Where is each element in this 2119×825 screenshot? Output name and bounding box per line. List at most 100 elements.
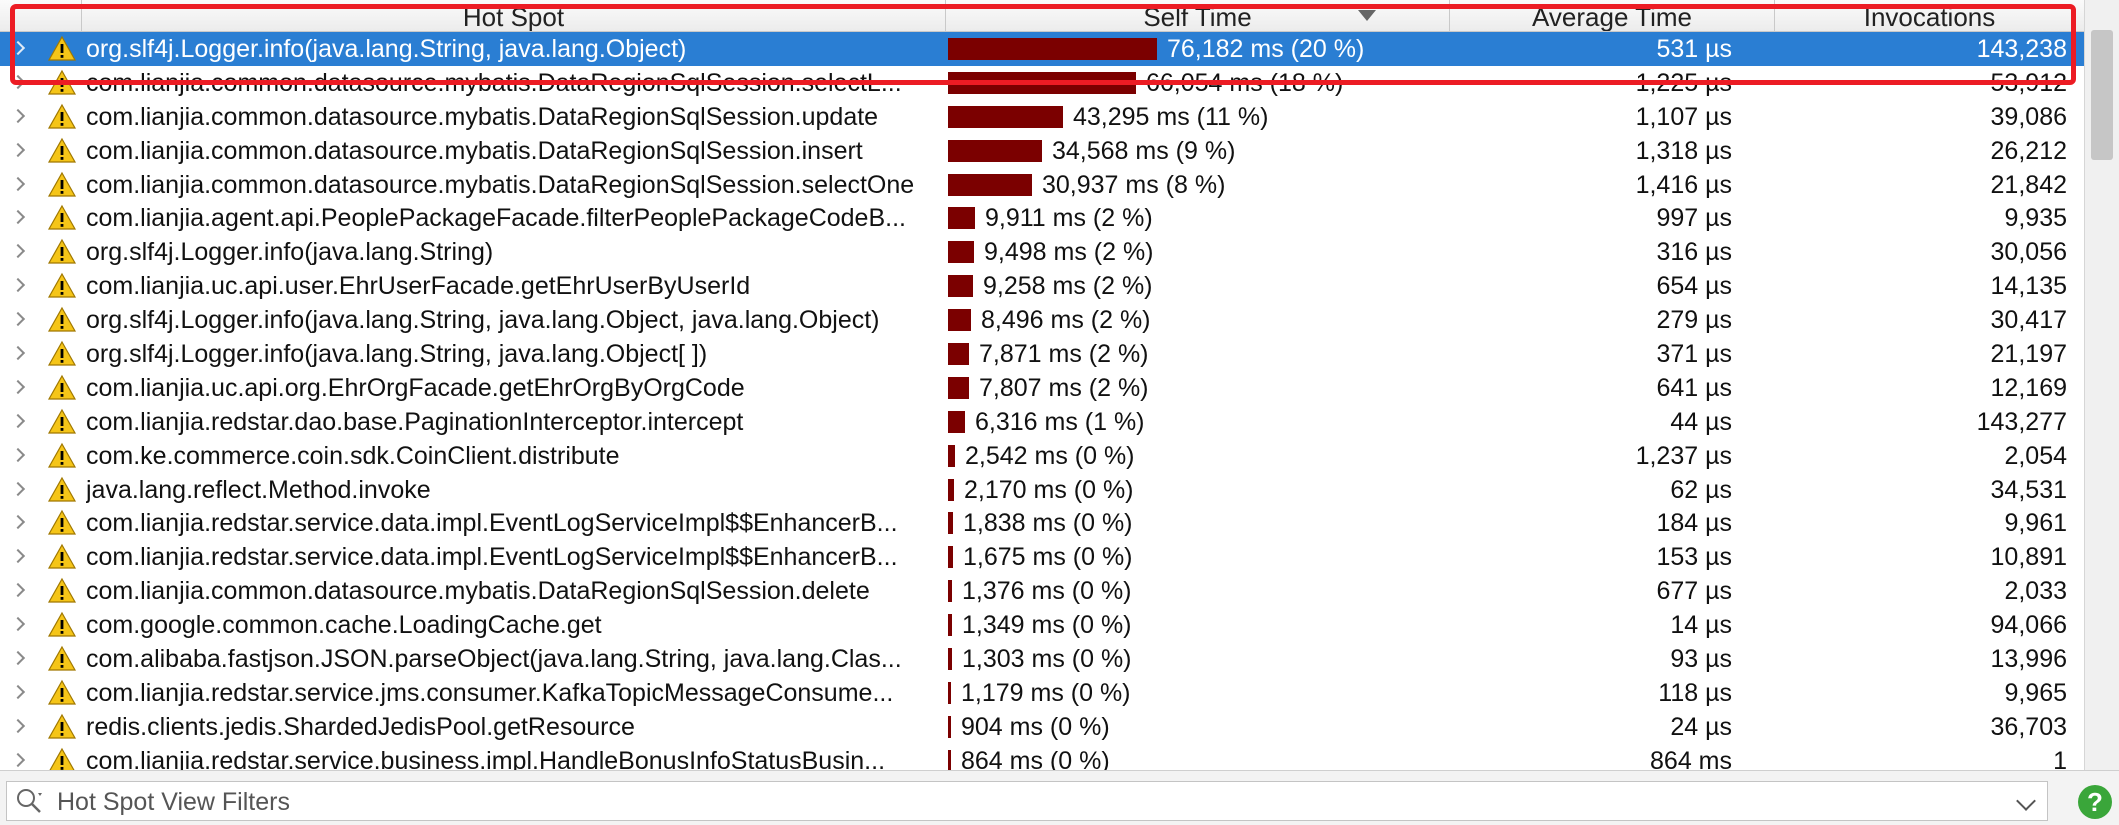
average-time-value: 641 µs	[1656, 373, 1732, 402]
self-time-bar	[948, 309, 971, 332]
expand-chevron-icon[interactable]	[10, 74, 26, 89]
warning-icon	[47, 103, 77, 129]
invocations-value: 26,212	[1990, 136, 2067, 165]
warning-icon	[47, 476, 77, 502]
invocations-value: 30,417	[1990, 306, 2067, 335]
self-time-bar	[948, 444, 955, 467]
table-row[interactable]: com.lianjia.agent.api.PeoplePackageFacad…	[0, 201, 2084, 235]
table-row[interactable]: java.lang.reflect.Method.invoke 2,170 ms …	[0, 473, 2084, 507]
expand-chevron-icon[interactable]	[10, 752, 26, 767]
expand-chevron-icon[interactable]	[10, 40, 26, 56]
table-row[interactable]: com.lianjia.common.datasource.mybatis.Da…	[0, 574, 2084, 608]
average-time-value: 62 µs	[1670, 475, 1732, 504]
expand-chevron-icon[interactable]	[10, 549, 26, 564]
average-time-value: 24 µs	[1670, 712, 1732, 741]
vertical-scrollbar[interactable]	[2084, 0, 2119, 770]
self-time-bar	[948, 376, 969, 399]
expand-chevron-icon[interactable]	[10, 379, 26, 394]
table-row[interactable]: com.google.common.cache.LoadingCache.get…	[0, 608, 2084, 642]
invocations-value: 21,842	[1990, 170, 2067, 199]
invocations-value: 94,066	[1990, 611, 2067, 640]
help-icon[interactable]: ?	[2078, 785, 2112, 819]
table-row[interactable]: com.ke.commerce.coin.sdk.CoinClient.dist…	[0, 439, 2084, 473]
self-time-value: 30,937 ms (8 %)	[1042, 170, 1226, 199]
header-hot-spot[interactable]: Hot Spot	[82, 0, 946, 31]
sort-descending-icon	[1358, 10, 1376, 21]
expand-chevron-icon[interactable]	[10, 413, 26, 428]
hot-spot-filter-input[interactable]: Hot Spot View Filters	[6, 781, 2048, 821]
expand-chevron-icon[interactable]	[10, 718, 26, 733]
expand-chevron-icon[interactable]	[10, 142, 26, 157]
expand-chevron-icon[interactable]	[10, 244, 26, 259]
warning-icon	[47, 69, 77, 95]
table-row[interactable]: com.lianjia.common.datasource.mybatis.Da…	[0, 66, 2084, 100]
expand-chevron-icon[interactable]	[10, 684, 26, 699]
header-self-time[interactable]: Self Time	[946, 0, 1450, 31]
self-time-bar	[948, 546, 953, 569]
warning-icon	[47, 35, 77, 61]
table-row[interactable]: org.slf4j.Logger.info(java.lang.String) 9…	[0, 235, 2084, 269]
method-name: redis.clients.jedis.ShardedJedisPool.get…	[86, 712, 635, 741]
table-row[interactable]: com.lianjia.redstar.service.data.impl.Ev…	[0, 506, 2084, 540]
invocations-value: 143,277	[1976, 407, 2067, 436]
table-row[interactable]: org.slf4j.Logger.info(java.lang.String, …	[0, 303, 2084, 337]
self-time-bar	[948, 681, 951, 704]
method-name: com.lianjia.agent.api.PeoplePackageFacad…	[86, 204, 906, 233]
table-row[interactable]: org.slf4j.Logger.info(java.lang.String, …	[0, 337, 2084, 371]
table-row[interactable]: com.lianjia.common.datasource.mybatis.Da…	[0, 134, 2084, 168]
table-row[interactable]: com.lianjia.redstar.dao.base.PaginationI…	[0, 405, 2084, 439]
average-time-value: 44 µs	[1670, 407, 1732, 436]
warning-icon	[47, 239, 77, 264]
table-row[interactable]: redis.clients.jedis.ShardedJedisPool.get…	[0, 710, 2084, 744]
average-time-value: 316 µs	[1656, 238, 1732, 267]
hot-spot-table-body: org.slf4j.Logger.info(java.lang.String, …	[0, 32, 2084, 778]
expand-chevron-icon[interactable]	[10, 345, 26, 361]
table-row[interactable]: com.lianjia.uc.api.org.EhrOrgFacade.getE…	[0, 371, 2084, 405]
expand-chevron-icon[interactable]	[10, 447, 26, 462]
self-time-value: 2,542 ms (0 %)	[965, 441, 1135, 470]
average-time-value: 1,416 µs	[1635, 170, 1732, 199]
warning-icon	[47, 408, 77, 434]
expand-chevron-icon[interactable]	[10, 108, 26, 123]
scrollbar-thumb[interactable]	[2091, 30, 2113, 160]
table-row[interactable]: com.alibaba.fastjson.JSON.parseObject(ja…	[0, 642, 2084, 676]
table-row[interactable]: com.lianjia.common.datasource.mybatis.Da…	[0, 100, 2084, 134]
header-invocations[interactable]: Invocations	[1775, 0, 2084, 31]
invocations-value: 14,135	[1990, 272, 2067, 301]
expand-chevron-icon[interactable]	[10, 617, 26, 632]
self-time-bar	[948, 275, 973, 298]
header-average-time[interactable]: Average Time	[1450, 0, 1775, 31]
expand-chevron-icon[interactable]	[10, 312, 26, 327]
table-header: Hot Spot Self Time Average Time Invocati…	[0, 0, 2084, 32]
expand-chevron-icon[interactable]	[10, 583, 26, 598]
self-time-bar	[948, 241, 974, 264]
table-row[interactable]: org.slf4j.Logger.info(java.lang.String, …	[0, 32, 2084, 66]
expand-chevron-icon[interactable]	[10, 481, 26, 496]
self-time-bar	[948, 105, 1063, 128]
warning-icon	[47, 611, 77, 637]
method-name: com.ke.commerce.coin.sdk.CoinClient.dist…	[86, 441, 620, 470]
warning-icon	[47, 205, 77, 231]
average-time-value: 677 µs	[1656, 577, 1732, 606]
expand-chevron-icon[interactable]	[10, 278, 26, 293]
expand-chevron-icon[interactable]	[10, 176, 26, 191]
method-name: com.lianjia.common.datasource.mybatis.Da…	[86, 102, 879, 131]
average-time-value: 93 µs	[1670, 645, 1732, 674]
expand-chevron-icon[interactable]	[10, 210, 26, 225]
average-time-value: 654 µs	[1656, 272, 1732, 301]
invocations-value: 12,169	[1990, 373, 2067, 402]
table-row[interactable]: com.lianjia.redstar.service.jms.consumer…	[0, 676, 2084, 710]
self-time-bar	[948, 343, 969, 366]
expand-chevron-icon[interactable]	[10, 650, 26, 666]
method-name: com.lianjia.common.datasource.mybatis.Da…	[86, 136, 863, 165]
self-time-value: 43,295 ms (11 %)	[1073, 102, 1269, 131]
warning-icon	[47, 578, 77, 603]
table-row[interactable]: com.lianjia.common.datasource.mybatis.Da…	[0, 168, 2084, 202]
table-row[interactable]: com.lianjia.uc.api.user.EhrUserFacade.ge…	[0, 269, 2084, 303]
expand-chevron-icon[interactable]	[10, 515, 26, 530]
warning-icon	[47, 679, 77, 705]
search-icon	[17, 789, 42, 813]
table-row[interactable]: com.lianjia.redstar.service.data.impl.Ev…	[0, 540, 2084, 574]
warning-icon	[47, 510, 77, 536]
chevron-down-icon[interactable]	[2016, 791, 2036, 811]
